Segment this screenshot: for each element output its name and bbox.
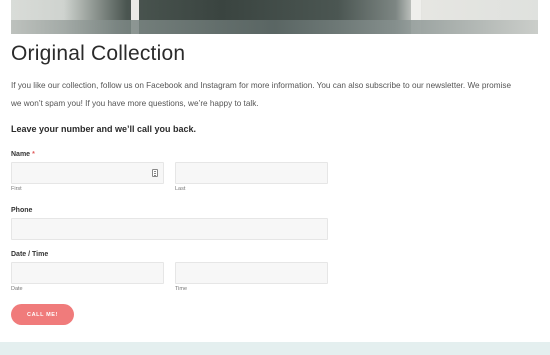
name-label: Name * xyxy=(11,151,35,158)
phone-input[interactable] xyxy=(11,218,328,240)
footer-band xyxy=(0,342,550,355)
date-sublabel: Date xyxy=(11,286,23,292)
contact-card-icon[interactable] xyxy=(152,169,158,177)
time-input[interactable] xyxy=(175,262,328,284)
time-sublabel: Time xyxy=(175,286,188,292)
required-marker: * xyxy=(32,151,35,158)
hero-image xyxy=(11,0,538,34)
last-name-sublabel: Last xyxy=(175,186,186,192)
first-name-input[interactable] xyxy=(11,162,164,184)
phone-label: Phone xyxy=(11,207,33,214)
date-input[interactable] xyxy=(11,262,164,284)
page-title: Original Collection xyxy=(11,42,186,65)
first-name-sublabel: First xyxy=(11,186,22,192)
name-label-text: Name xyxy=(11,151,31,158)
hero-floor xyxy=(11,20,538,34)
callback-heading: Leave your number and we’ll call you bac… xyxy=(11,124,197,134)
datetime-label: Date / Time xyxy=(11,251,49,258)
call-me-button[interactable]: CALL ME! xyxy=(11,304,74,325)
intro-paragraph: If you like our collection, follow us on… xyxy=(11,81,511,108)
last-name-input[interactable] xyxy=(175,162,328,184)
